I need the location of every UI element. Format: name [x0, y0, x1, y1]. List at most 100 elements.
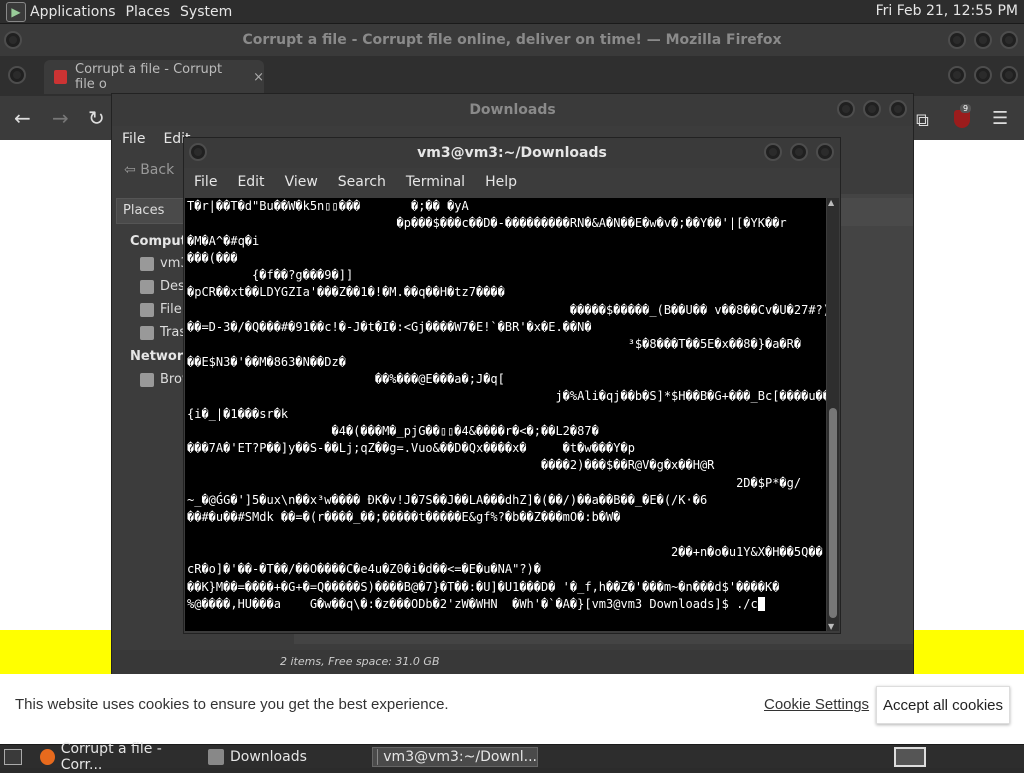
workspace-switcher[interactable]: [894, 747, 926, 767]
terminal-line: �pCR��xt��LDYGZIa'���Z��1�!�M.��q��H�tz7…: [187, 284, 824, 301]
terminal-line: �����$�����_(B��U�� v��8��Cv�U�27#?): [187, 302, 824, 319]
tab-scroll-button[interactable]: [8, 66, 26, 84]
terminal-scrollbar[interactable]: ▲ ▼: [827, 198, 839, 631]
clock[interactable]: Fri Feb 21, 12:55 PM: [876, 3, 1018, 19]
folder-icon: [208, 749, 224, 765]
downloads-back-button[interactable]: ⇦ Back: [124, 162, 174, 178]
terminal-line: {i�_|�1���sr�k: [187, 406, 824, 423]
firefox-icon: [40, 749, 55, 765]
terminal-menubar: File Edit View Search Terminal Help: [184, 168, 840, 196]
terminal-minimize-button[interactable]: [764, 143, 782, 161]
terminal-line: ��E$N3�'��M�863�N��Dz�: [187, 354, 824, 371]
trash-icon: [140, 326, 154, 340]
terminal-line: %@����,HU���a G�w��q\�:�z���ODb�2'zW�WHN…: [187, 596, 824, 613]
accept-all-cookies-button[interactable]: Accept all cookies: [876, 686, 1010, 724]
terminal-line: j�%Ali�qj��b�S]*$H��B�G+���_Bc[����u���: [187, 388, 824, 405]
taskbar-item-label: Corrupt a file - Corr...: [61, 741, 196, 773]
drive-icon: [140, 303, 154, 317]
home-folder-icon: [140, 257, 154, 271]
terminal-line: 2D�$P*�g/: [187, 475, 824, 492]
scroll-down-icon[interactable]: ▼: [828, 622, 834, 631]
back-arrow-icon[interactable]: ←: [14, 106, 31, 130]
taskbar-item-firefox[interactable]: Corrupt a file - Corr...: [36, 747, 196, 767]
scroll-up-icon[interactable]: ▲: [828, 198, 834, 207]
cookie-banner: This website uses cookies to ensure you …: [0, 674, 1024, 744]
hamburger-menu-icon[interactable]: ☰: [992, 108, 1008, 129]
terminal-line: �p���$���c��D�-���������RN�&A�N��E�w�v�;…: [187, 215, 824, 232]
top-panel: ▶ Applications Places System Fri Feb 21,…: [0, 0, 1024, 24]
terminal-line: ���(���: [187, 250, 824, 267]
terminal-line: ����2)���$��R@V�g�x��H@R: [187, 457, 824, 474]
maximize-button[interactable]: [974, 31, 992, 49]
tabbar-maximize-button[interactable]: [974, 66, 992, 84]
terminal-line: �4�(���M�_pjG��▯▯�4&����r�<�;��L2�87�: [187, 423, 824, 440]
terminal-line: �M�A^�#q�i: [187, 233, 824, 250]
favicon-icon: [54, 70, 67, 84]
terminal-output[interactable]: T�r|��T�d"Bu��W�k5n▯▯��� �;�� �yA �p���$…: [185, 198, 826, 631]
minimize-button[interactable]: [948, 31, 966, 49]
cookie-message: This website uses cookies to ensure you …: [15, 696, 449, 713]
terminal-line: 2��+n�o�u1Y&X�H��5Q��: [187, 544, 824, 561]
terminal-line: ��#�u��#SMdk ��=�(r����_��;�����t�����E&…: [187, 509, 824, 526]
terminal-close-button[interactable]: [816, 143, 834, 161]
terminal-menu-terminal[interactable]: Terminal: [406, 174, 465, 190]
taskbar-item-label: vm3@vm3:~/Downl...: [383, 749, 537, 765]
downloads-back-label: Back: [140, 162, 174, 178]
downloads-minimize-button[interactable]: [837, 100, 855, 118]
terminal-line: T�r|��T�d"Bu��W�k5n▯▯��� �;�� �yA: [187, 198, 824, 215]
taskbar: Corrupt a file - Corr... Downloads vm3@v…: [0, 744, 1024, 768]
downloads-title: Downloads: [469, 102, 555, 118]
main-menu-icon[interactable]: ▶: [6, 2, 26, 22]
scrollbar-thumb[interactable]: [829, 408, 837, 618]
downloads-titlebar[interactable]: Downloads: [112, 94, 913, 126]
places-menu[interactable]: Places: [126, 4, 171, 20]
terminal-menu-file[interactable]: File: [194, 174, 217, 190]
cookie-settings-link[interactable]: Cookie Settings: [764, 696, 869, 713]
terminal-titlebar[interactable]: vm3@vm3:~/Downloads: [184, 138, 840, 168]
sidebar-item-home[interactable]: vm3: [140, 256, 189, 271]
terminal-line: ³$�8���T��5E�x��8�}�a�R�: [187, 336, 824, 353]
terminal-menu-search[interactable]: Search: [338, 174, 386, 190]
downloads-maximize-button[interactable]: [863, 100, 881, 118]
tab-title: Corrupt a file - Corrupt file o: [75, 62, 245, 92]
firefox-titlebar[interactable]: Corrupt a file - Corrupt file online, de…: [0, 24, 1024, 56]
terminal-line: ��K}M��=����+�G+�=Q�����S)����B@�7}�T��:…: [187, 579, 824, 596]
ublock-badge: 9: [960, 104, 971, 113]
tab-corrupt-a-file[interactable]: Corrupt a file - Corrupt file o ×: [44, 60, 264, 94]
close-button[interactable]: [1000, 31, 1018, 49]
terminal-line: ���7A�'ET?P��]y��S-��Lj;qZ��g=.Vuo&��D�Q…: [187, 440, 824, 457]
terminal-menu-edit[interactable]: Edit: [237, 174, 264, 190]
terminal-window-menu-button[interactable]: [189, 143, 207, 161]
tab-close-icon[interactable]: ×: [253, 70, 264, 85]
terminal-menu-help[interactable]: Help: [485, 174, 517, 190]
terminal-cursor: [758, 597, 765, 611]
extensions-icon[interactable]: ⧉: [916, 110, 929, 131]
firefox-tabbar: Corrupt a file - Corrupt file o ×: [0, 56, 1024, 96]
downloads-statusbar: 2 items, Free space: 31.0 GB: [112, 650, 913, 674]
show-desktop-icon[interactable]: [4, 749, 22, 765]
terminal-line: ~_�@ǴG�']5�ux\n��x³w���� ĐK�v!J�7S��J��L…: [187, 492, 824, 509]
terminal-title: vm3@vm3:~/Downloads: [417, 145, 607, 161]
reload-icon[interactable]: ↻: [88, 106, 105, 130]
terminal-line: {�f��?g���9�]]: [187, 267, 824, 284]
downloads-menu-file[interactable]: File: [122, 131, 145, 147]
desktop-icon: [140, 280, 154, 294]
terminal-menu-view[interactable]: View: [285, 174, 318, 190]
applications-menu[interactable]: Applications: [30, 4, 116, 20]
taskbar-item-downloads[interactable]: Downloads: [204, 747, 364, 767]
terminal-line: ��=D-3�/�Q���#�91��c!�-J�t�I�:<Gj����W7�…: [187, 319, 824, 336]
window-menu-button[interactable]: [4, 31, 22, 49]
forward-arrow-icon[interactable]: →: [52, 106, 69, 130]
terminal-maximize-button[interactable]: [790, 143, 808, 161]
firefox-window-title: Corrupt a file - Corrupt file online, de…: [242, 32, 781, 48]
terminal-window[interactable]: vm3@vm3:~/Downloads File Edit View Searc…: [183, 137, 841, 634]
terminal-line: [187, 527, 824, 544]
tabbar-minimize-button[interactable]: [948, 66, 966, 84]
network-icon: [140, 373, 154, 387]
taskbar-item-terminal[interactable]: vm3@vm3:~/Downl...: [372, 747, 538, 767]
tabbar-close-button[interactable]: [1000, 66, 1018, 84]
taskbar-item-label: Downloads: [230, 749, 307, 765]
system-menu[interactable]: System: [180, 4, 232, 20]
terminal-line: cR�o]�'��-�T��/��O����C�e4u�Z0�i�d��<=�E…: [187, 561, 824, 578]
downloads-close-button[interactable]: [889, 100, 907, 118]
